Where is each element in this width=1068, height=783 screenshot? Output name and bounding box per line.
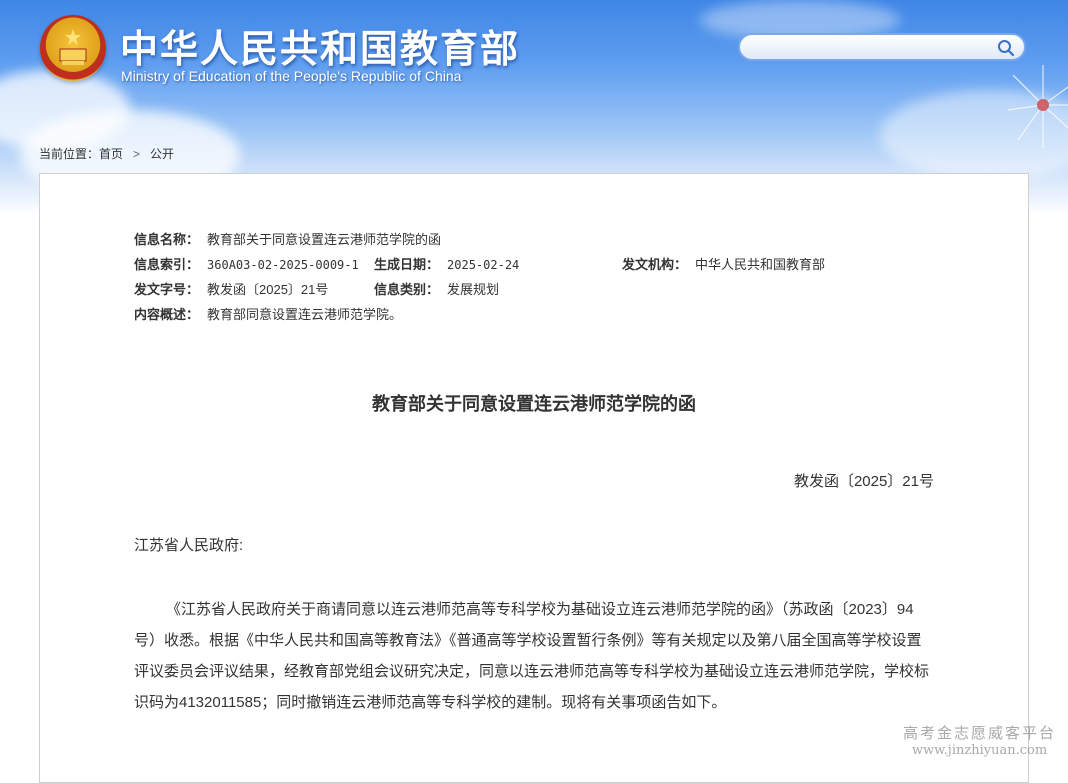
meta-row-issuer: 发文机构： 中华人民共和国教育部 xyxy=(622,254,825,273)
document-addressee: 江苏省人民政府: xyxy=(134,537,244,554)
meta-value: 教发函〔2025〕21号 xyxy=(207,282,329,297)
dandelion-decoration xyxy=(1007,65,1068,148)
meta-value: 教育部同意设置连云港师范学院。 xyxy=(207,307,403,322)
meta-row-name: 信息名称： 教育部关于同意设置连云港师范学院的函 xyxy=(134,229,441,248)
meta-key: 信息类别： xyxy=(374,282,440,297)
meta-row-docno: 发文字号： 教发函〔2025〕21号 xyxy=(134,279,328,298)
meta-row-index: 信息索引： 360A03-02-2025-0009-1 xyxy=(134,254,359,273)
meta-key: 生成日期： xyxy=(374,257,440,272)
meta-value: 中华人民共和国教育部 xyxy=(695,257,826,272)
meta-value: 2025-02-24 xyxy=(447,258,520,272)
breadcrumb: 当前位置：首页 > 公开 xyxy=(39,145,174,162)
document-title: 教育部关于同意设置连云港师范学院的函 xyxy=(372,394,696,414)
meta-key: 发文字号： xyxy=(134,282,200,297)
breadcrumb-home-link[interactable]: 首页 xyxy=(99,147,123,161)
meta-row-summary: 内容概述： 教育部同意设置连云港师范学院。 xyxy=(134,304,402,323)
meta-key: 内容概述： xyxy=(134,307,200,322)
meta-row-category: 信息类别： 发展规划 xyxy=(374,279,499,298)
site-subtitle: Ministry of Education of the People's Re… xyxy=(121,68,462,84)
meta-row-date: 生成日期： 2025-02-24 xyxy=(374,254,519,273)
site-title[interactable]: 中华人民共和国教育部 xyxy=(120,18,520,73)
document-number: 教发函〔2025〕21号 xyxy=(793,473,934,490)
watermark: 高考金志愿威客平台 www.jinzhiyuan.com xyxy=(903,722,1056,758)
meta-value: 360A03-02-2025-0009-1 xyxy=(207,258,359,272)
breadcrumb-public-link[interactable]: 公开 xyxy=(150,147,174,161)
meta-value: 教育部关于同意设置连云港师范学院的函 xyxy=(207,232,442,247)
meta-key: 信息索引： xyxy=(134,257,200,272)
watermark-line1: 高考金志愿威客平台 xyxy=(902,724,1056,742)
watermark-line2: www.jinzhiyuan.com xyxy=(911,743,1048,758)
document-panel: 信息名称： 教育部关于同意设置连云港师范学院的函 信息索引： 360A03-02-2… xyxy=(39,173,1029,783)
meta-key: 发文机构： xyxy=(622,257,688,272)
meta-key: 信息名称： xyxy=(134,232,200,247)
breadcrumb-separator: > xyxy=(133,147,141,161)
search-input[interactable] xyxy=(752,38,996,58)
breadcrumb-label: 当前位置： xyxy=(39,147,100,161)
search-bar xyxy=(738,33,1026,61)
meta-value: 发展规划 xyxy=(447,282,500,297)
document-body: 《江苏省人民政府关于商请同意以连云港师范高等专科学校为基础设立连云港师范学院的函… xyxy=(134,601,930,711)
search-icon[interactable] xyxy=(996,38,1016,58)
national-emblem-icon[interactable] xyxy=(40,15,106,81)
